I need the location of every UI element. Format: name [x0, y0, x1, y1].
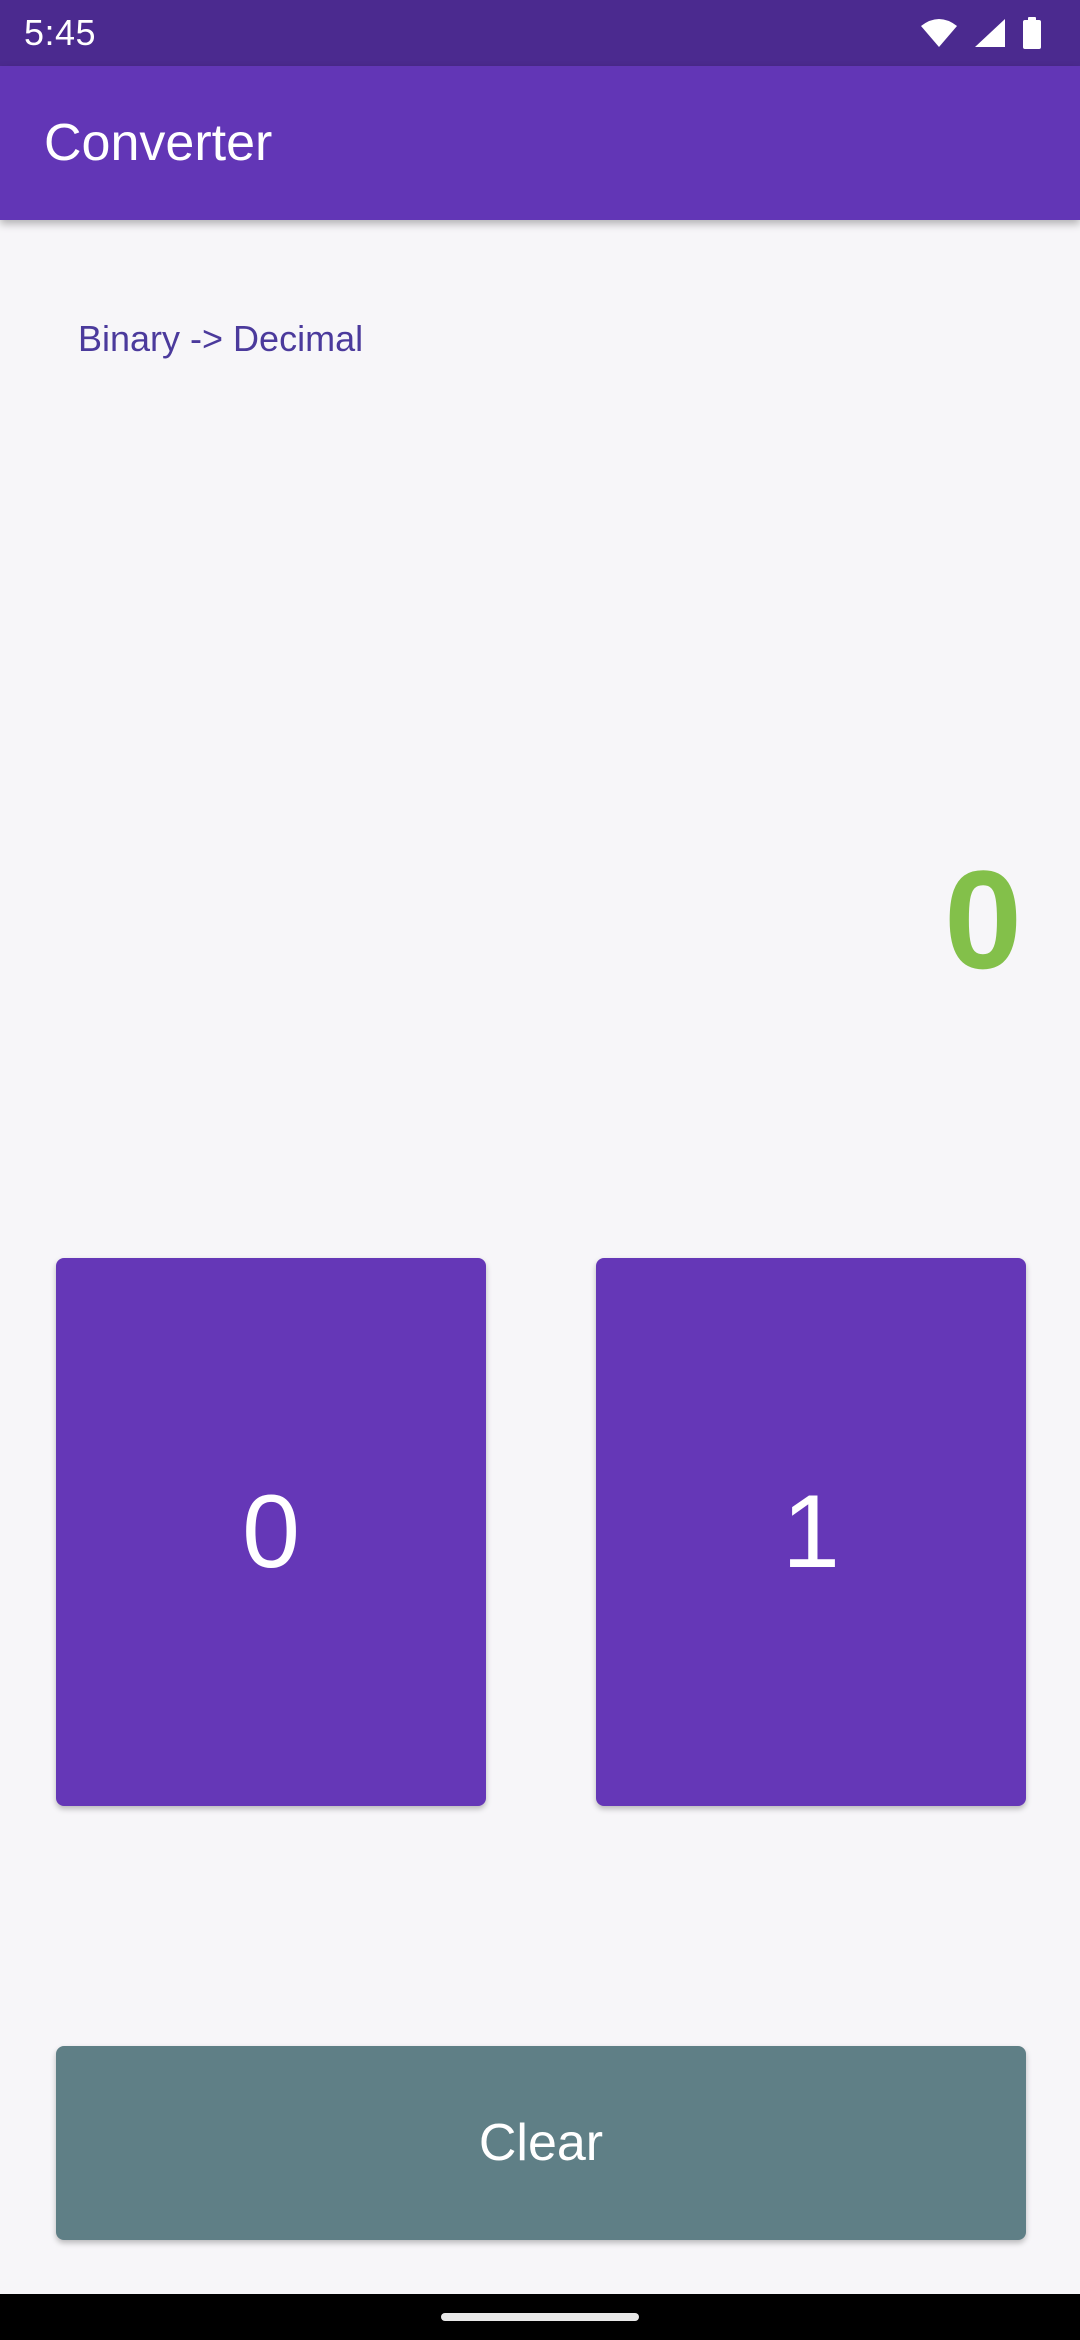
app-bar: Converter [0, 66, 1080, 220]
status-icons [920, 17, 1042, 49]
clear-button-label: Clear [478, 2114, 604, 2172]
navigation-bar [0, 2294, 1080, 2340]
digit-zero-button[interactable]: 0 [56, 1258, 486, 1806]
digit-one-button[interactable]: 1 [596, 1258, 1026, 1806]
digit-one-label: 1 [782, 1473, 840, 1590]
home-gesture-handle[interactable] [441, 2313, 639, 2321]
app-title: Converter [44, 114, 273, 172]
digit-zero-label: 0 [242, 1473, 300, 1590]
conversion-mode-label[interactable]: Binary -> Decimal [78, 318, 363, 360]
clear-button[interactable]: Clear [56, 2046, 1026, 2240]
result-display: 0 [944, 841, 1022, 998]
wifi-icon [920, 18, 958, 48]
battery-icon [1022, 17, 1042, 49]
status-bar: 5:45 [0, 0, 1080, 66]
signal-icon [974, 18, 1006, 48]
status-time: 5:45 [24, 12, 97, 53]
